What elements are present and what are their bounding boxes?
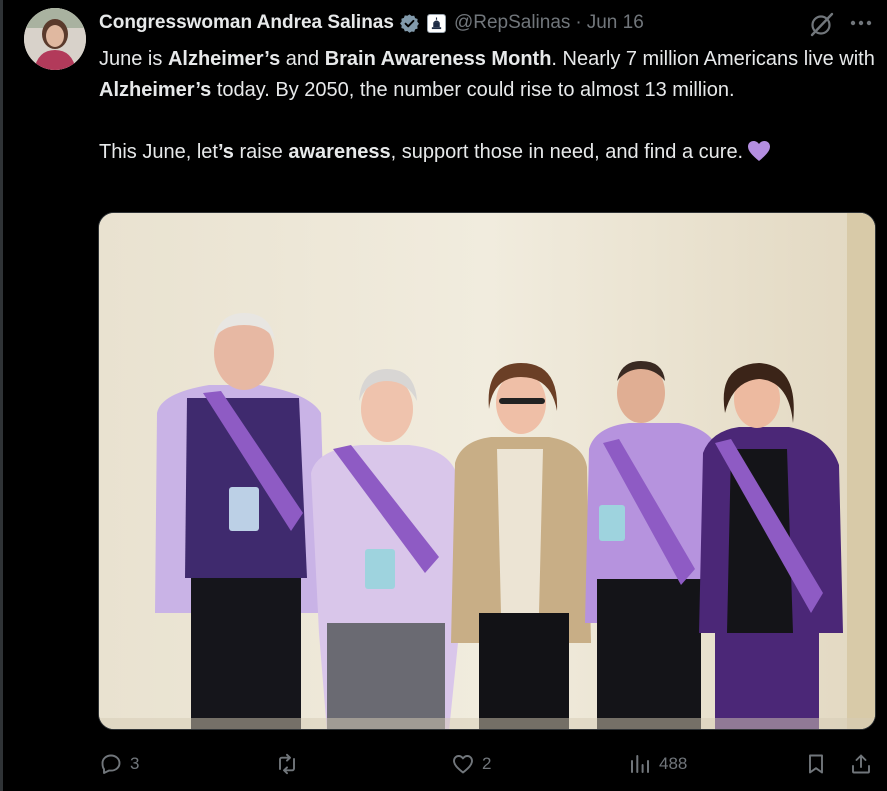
like-button[interactable]: 2 [451,748,491,780]
text-run: . Nearly 7 million Americans live with [551,48,875,70]
tweet-photo[interactable] [98,212,876,730]
avatar[interactable] [24,8,86,70]
text-run-bold: Alzheimer’s [167,48,281,70]
like-count: 2 [482,754,492,773]
tweet-header: Congresswoman Andrea Salinas @RepSalinas… [99,10,644,36]
share-icon [852,754,870,774]
verified-badge-icon[interactable] [399,13,420,34]
text-run-bold: ’s [217,141,234,163]
tweet-actions: 3 2 488 [99,748,877,780]
like-icon [453,755,473,774]
text-run: today. By 2050, the number could rise to… [211,79,735,101]
group-photo [99,213,875,729]
text-run-bold: Brain Awareness Month [324,48,552,70]
government-badge-icon[interactable] [426,13,446,33]
views-icon [631,755,649,773]
avatar-photo [24,8,86,70]
tweet-paragraph-2: This June, let’s raise awareness, suppor… [99,137,879,168]
text-run: raise [233,141,289,163]
bookmark-icon [809,754,823,774]
author-display-name[interactable]: Congresswoman Andrea Salinas [99,12,394,34]
tweet-text: June is Alzheimer’s and Brain Awareness … [99,44,879,168]
reply-button[interactable]: 3 [99,748,139,780]
repost-button[interactable] [275,748,306,780]
grok-icon[interactable] [808,10,836,38]
more-icon[interactable] [848,10,874,36]
text-run: and [280,48,325,70]
timeline-left-border [0,0,3,791]
author-handle[interactable]: @RepSalinas [454,12,570,34]
text-run-bold: awareness [288,141,391,163]
text-run: June is [99,48,168,70]
purple-heart-emoji [747,140,771,162]
tweet-paragraph-1: June is Alzheimer’s and Brain Awareness … [99,44,879,106]
tweet-date[interactable]: Jun 16 [587,12,644,34]
reply-count: 3 [130,754,140,773]
views-count: 488 [659,754,688,773]
separator-dot: · [575,12,582,33]
reply-icon [101,754,121,774]
text-run-bold: Alzheimer’s [99,79,212,101]
views-button[interactable]: 488 [628,748,687,780]
text-run: , support those in need, and find a cure… [390,141,744,163]
text-run: This June, let [99,141,218,163]
share-button[interactable] [849,748,873,780]
bookmark-button[interactable] [804,748,828,780]
repost-icon [279,753,295,775]
